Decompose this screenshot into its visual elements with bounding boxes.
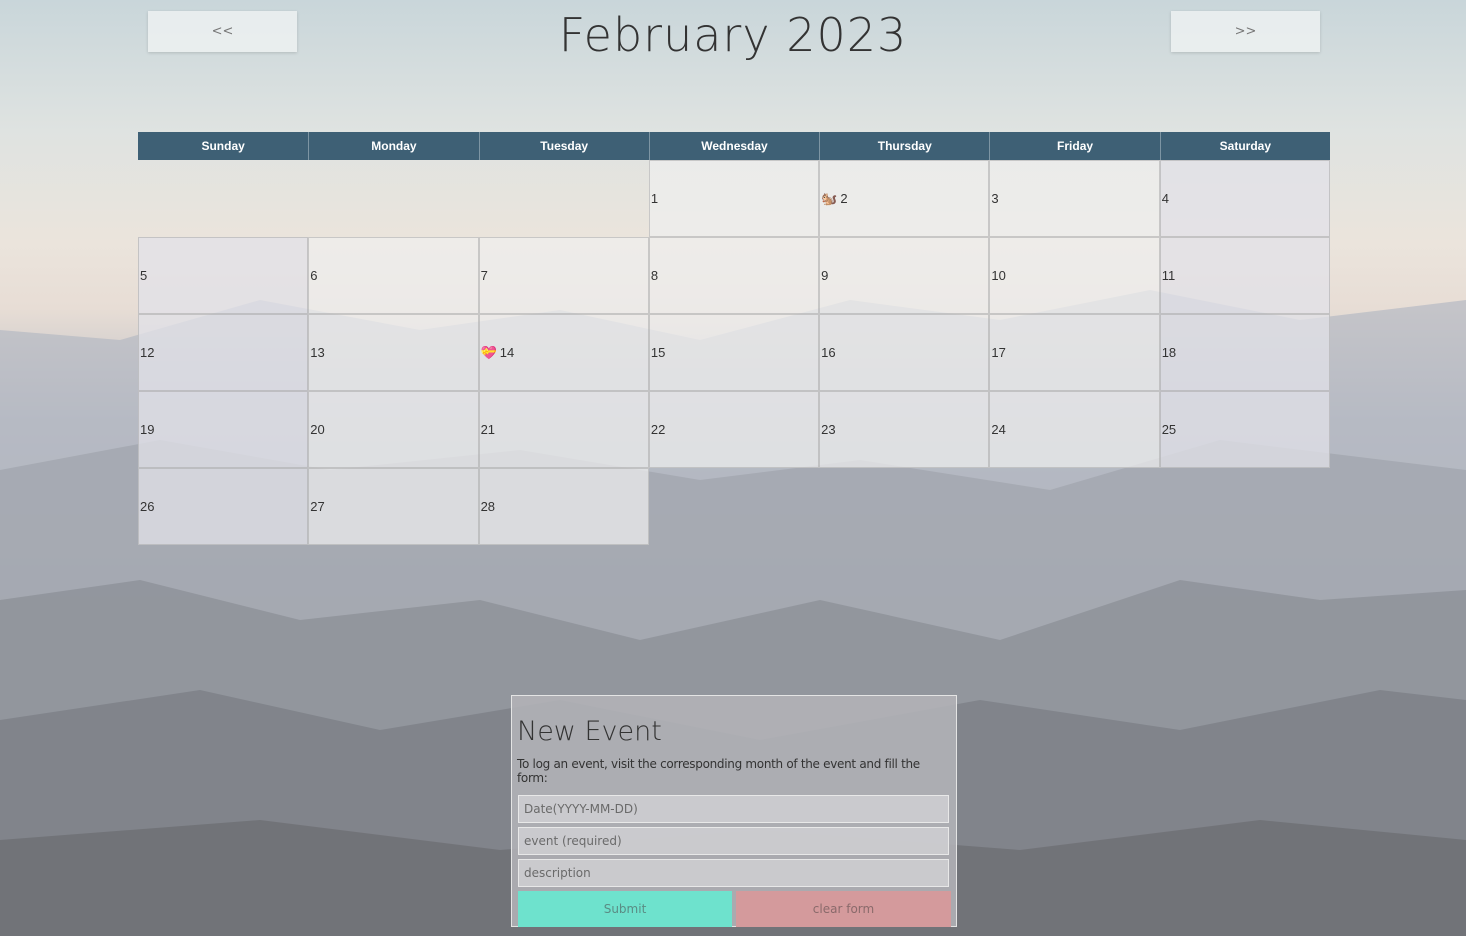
day-cell[interactable]: 16 [819, 314, 990, 391]
day-number: 11 [1161, 268, 1176, 283]
day-number: 15 [650, 345, 666, 360]
day-number: 18 [1161, 345, 1177, 360]
day-grid: 1 🐿️ 2 3 4 5 6 7 8 9 10 11 12 13 💝 14 15 16 17 18 19 20 21 22 23… [138, 160, 1330, 545]
day-number: 14 [499, 345, 515, 360]
day-number: 5 [140, 268, 148, 283]
day-cell[interactable]: 🐿️ 2 [819, 160, 990, 237]
day-cell[interactable]: 12 [138, 314, 309, 391]
weekday-saturday: Saturday [1159, 132, 1330, 160]
submit-button[interactable]: Submit [518, 891, 732, 927]
empty-day-cell [138, 160, 308, 237]
weekday-thursday: Thursday [819, 132, 990, 160]
day-number: 10 [991, 268, 1006, 283]
event-emoji-icon: 🐿️ [821, 191, 838, 206]
new-event-form: New Event To log an event, visit the cor… [511, 695, 957, 927]
day-cell[interactable]: 💝 14 [478, 314, 649, 391]
day-cell[interactable]: 3 [989, 160, 1160, 237]
day-number: 1 [650, 191, 659, 206]
weekday-friday: Friday [989, 132, 1160, 160]
day-cell[interactable]: 1 [648, 160, 820, 237]
date-field[interactable] [518, 795, 949, 823]
day-number: 8 [650, 268, 659, 283]
weekday-sunday: Sunday [138, 132, 309, 160]
day-cell[interactable]: 25 [1159, 391, 1330, 468]
day-cell[interactable]: 26 [138, 468, 309, 545]
day-number: 4 [1161, 191, 1169, 206]
weekday-tuesday: Tuesday [478, 132, 649, 160]
clear-form-button[interactable]: clear form [736, 891, 951, 927]
day-number: 6 [310, 268, 318, 283]
day-number: 3 [991, 191, 999, 206]
day-cell[interactable]: 21 [478, 391, 649, 468]
day-number: 16 [821, 345, 836, 360]
day-cell[interactable]: 11 [1159, 237, 1330, 314]
day-cell[interactable]: 10 [989, 237, 1160, 314]
day-cell[interactable]: 23 [819, 391, 990, 468]
day-cell[interactable]: 27 [308, 468, 479, 545]
day-number: 21 [480, 422, 496, 437]
day-number: 28 [480, 499, 496, 514]
day-cell[interactable]: 20 [308, 391, 479, 468]
empty-day-cell [308, 160, 478, 237]
day-cell[interactable]: 15 [648, 314, 820, 391]
day-cell[interactable]: 18 [1159, 314, 1330, 391]
day-cell[interactable]: 8 [648, 237, 820, 314]
next-month-button[interactable]: >> [1171, 11, 1320, 52]
day-cell[interactable]: 13 [308, 314, 479, 391]
day-number: 22 [650, 422, 666, 437]
day-number: 9 [821, 268, 829, 283]
day-number: 26 [140, 499, 155, 514]
weekday-monday: Monday [308, 132, 479, 160]
day-cell[interactable]: 19 [138, 391, 309, 468]
form-title: New Event [517, 716, 662, 747]
empty-day-cell [479, 160, 649, 237]
description-field[interactable] [518, 859, 949, 887]
day-cell[interactable]: 9 [819, 237, 990, 314]
day-cell[interactable]: 24 [989, 391, 1160, 468]
day-number: 2 [840, 191, 848, 206]
weekday-header-row: Sunday Monday Tuesday Wednesday Thursday… [138, 132, 1330, 160]
day-number: 12 [140, 345, 155, 360]
day-cell[interactable]: 28 [478, 468, 649, 545]
day-cell[interactable]: 7 [478, 237, 649, 314]
day-number: 7 [480, 268, 488, 283]
day-cell[interactable]: 5 [138, 237, 309, 314]
form-hint: To log an event, visit the corresponding… [517, 757, 920, 785]
day-cell[interactable]: 22 [648, 391, 820, 468]
day-cell[interactable]: 17 [989, 314, 1160, 391]
calendar: Sunday Monday Tuesday Wednesday Thursday… [138, 132, 1330, 545]
day-number: 19 [140, 422, 155, 437]
day-number: 25 [1161, 422, 1177, 437]
event-emoji-icon: 💝 [480, 345, 497, 360]
day-number: 20 [310, 422, 325, 437]
event-field[interactable] [518, 827, 949, 855]
day-number: 23 [821, 422, 836, 437]
day-number: 27 [310, 499, 325, 514]
form-buttons: Submit clear form [518, 891, 951, 927]
day-number: 17 [991, 345, 1006, 360]
day-number: 24 [991, 422, 1006, 437]
day-number: 13 [310, 345, 325, 360]
day-cell[interactable]: 4 [1159, 160, 1330, 237]
weekday-wednesday: Wednesday [648, 132, 820, 160]
day-cell[interactable]: 6 [308, 237, 479, 314]
